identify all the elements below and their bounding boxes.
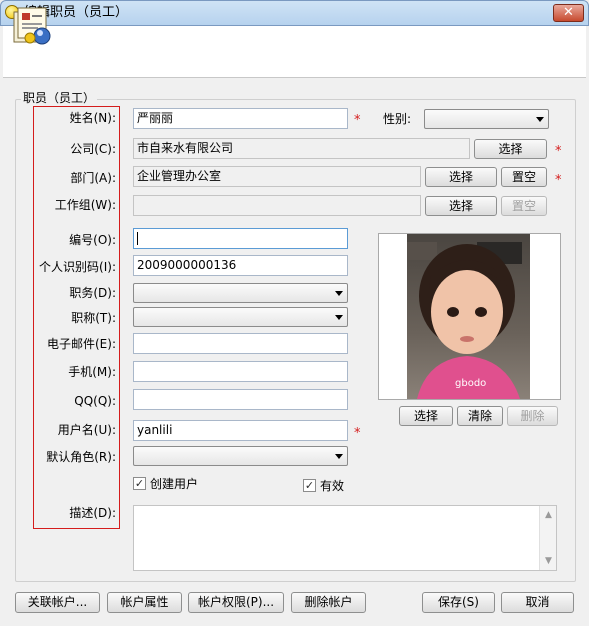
department-clear-button[interactable]: 置空 [501, 167, 547, 187]
account-properties-button[interactable]: 帐户属性 [107, 592, 182, 613]
workgroup-field [133, 195, 421, 216]
id-code-input[interactable]: 2009000000136 [133, 255, 348, 276]
username-input[interactable]: yanlili [133, 420, 348, 441]
id-code-label: 个人识别码(I): [39, 260, 116, 274]
link-account-button[interactable]: 关联帐户... [15, 592, 100, 613]
code-input[interactable] [133, 228, 348, 249]
active-label: 有效 [320, 479, 345, 493]
department-required-mark: * [555, 173, 562, 188]
default-role-select[interactable] [133, 446, 348, 466]
text-caret [137, 232, 138, 245]
chevron-down-icon [335, 454, 343, 459]
name-required-mark: * [354, 113, 361, 128]
department-label: 部门(A): [70, 171, 116, 185]
workgroup-label: 工作组(W): [54, 198, 116, 212]
employee-photo: gbodo [407, 234, 530, 399]
user-card-icon [10, 4, 54, 46]
workgroup-select-button[interactable]: 选择 [425, 196, 497, 216]
default-role-label: 默认角色(R): [46, 450, 116, 464]
position-label: 职务(D): [69, 286, 116, 300]
mobile-label: 手机(M): [68, 365, 116, 379]
account-permissions-button[interactable]: 帐户权限(P)... [188, 592, 284, 613]
chevron-down-icon [536, 117, 544, 122]
active-checkbox[interactable]: ✓ [303, 479, 316, 492]
company-select-button[interactable]: 选择 [474, 139, 547, 159]
mobile-input[interactable] [133, 361, 348, 382]
workgroup-clear-button[interactable]: 置空 [501, 196, 547, 216]
scroll-up-icon[interactable]: ▲ [540, 510, 557, 520]
group-label: 职员（员工） [21, 90, 98, 106]
position-select[interactable] [133, 283, 348, 303]
job-title-label: 职称(T): [71, 311, 116, 325]
chevron-down-icon [335, 315, 343, 320]
department-select-button[interactable]: 选择 [425, 167, 497, 187]
photo-select-button[interactable]: 选择 [399, 406, 453, 426]
delete-account-button[interactable]: 删除帐户 [291, 592, 366, 613]
email-input[interactable] [133, 333, 348, 354]
description-label: 描述(D): [69, 506, 116, 520]
name-input[interactable]: 严丽丽 [133, 108, 348, 129]
description-scrollbar[interactable]: ▲ ▼ [539, 506, 556, 570]
close-button[interactable]: ✕ [553, 4, 584, 22]
username-label: 用户名(U): [57, 423, 116, 437]
create-user-checkbox[interactable]: ✓ [133, 477, 146, 490]
department-field: 企业管理办公室 [133, 166, 421, 187]
job-title-select[interactable] [133, 307, 348, 327]
cancel-button[interactable]: 取消 [501, 592, 574, 613]
name-label: 姓名(N): [69, 111, 116, 125]
photo-clear-button[interactable]: 清除 [457, 406, 503, 426]
username-required-mark: * [354, 426, 361, 441]
photo-delete-button[interactable]: 删除 [507, 406, 558, 426]
description-textarea[interactable] [133, 505, 557, 571]
gender-select[interactable] [424, 109, 549, 129]
qq-label: QQ(Q): [74, 394, 116, 408]
gender-label: 性别: [382, 112, 411, 126]
email-label: 电子邮件(E): [47, 337, 116, 351]
scroll-down-icon[interactable]: ▼ [540, 556, 557, 566]
company-field: 市自来水有限公司 [133, 138, 470, 159]
create-user-label: 创建用户 [150, 477, 199, 491]
qq-input[interactable] [133, 389, 348, 410]
svg-text:gbodo: gbodo [455, 378, 486, 389]
company-required-mark: * [555, 144, 562, 159]
code-label: 编号(O): [69, 233, 116, 247]
chevron-down-icon [335, 291, 343, 296]
save-button[interactable]: 保存(S) [422, 592, 495, 613]
header-banner [3, 26, 586, 78]
company-label: 公司(C): [70, 142, 116, 156]
